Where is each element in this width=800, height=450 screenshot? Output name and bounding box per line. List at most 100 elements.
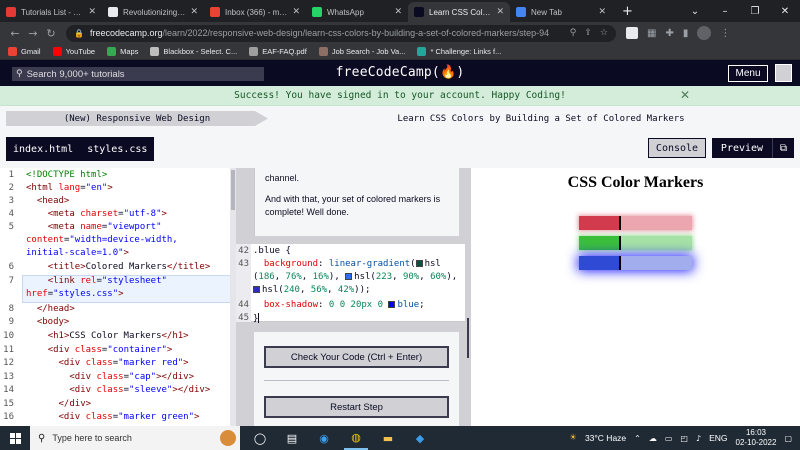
tab-styles-css[interactable]: styles.css [87, 144, 147, 155]
preview-heading: CSS Color Markers [567, 174, 704, 191]
menu-button[interactable]: Menu [728, 65, 768, 82]
code-line: <body> [36, 317, 70, 327]
speaker-icon[interactable]: ♪ [696, 434, 701, 443]
browser-tab[interactable]: Tutorials List - Java ✕ [0, 2, 102, 22]
widgets-icon[interactable]: ▤ [280, 426, 304, 450]
instructions-text: And with that, your set of colored marke… [265, 194, 441, 217]
bookmark-favicon-icon [249, 47, 259, 56]
close-window-icon[interactable]: ✕ [770, 6, 800, 17]
bookmark-item[interactable]: EAF-FAQ.pdf [249, 47, 307, 56]
cloud-icon[interactable]: ☁ [649, 434, 657, 443]
windows-start-icon[interactable] [0, 426, 30, 450]
marker-cap [579, 216, 619, 230]
console-button[interactable]: Console [648, 138, 706, 158]
reload-icon[interactable]: ↻ [42, 27, 60, 40]
code-line: </head> [36, 304, 75, 314]
css-code-editor[interactable]: 42 43 44 45 .blue { background: linear-grad… [236, 244, 471, 324]
close-icon[interactable]: ✕ [680, 88, 690, 102]
close-tab-icon[interactable]: ✕ [598, 7, 606, 17]
bookmark-star-icon[interactable]: ☆ [600, 28, 608, 38]
scroll-thumb[interactable] [231, 170, 235, 210]
forward-arrow-icon[interactable]: → [24, 27, 42, 40]
extension-icon[interactable] [626, 27, 638, 39]
browser-tab[interactable]: New Tab ✕ [510, 2, 612, 22]
close-tab-icon[interactable]: ✕ [88, 7, 96, 17]
search-input[interactable]: ⚲ Search 9,000+ tutorials [12, 67, 264, 81]
profile-avatar[interactable] [697, 26, 712, 40]
browser-tab[interactable]: WhatsApp ✕ [306, 2, 408, 22]
bookmark-item[interactable]: Job Search - Job Va... [318, 47, 405, 56]
taskbar-search-input[interactable]: ⚲ Type here to search [30, 426, 240, 450]
code-line: <html lang="en"> [26, 183, 113, 193]
share-icon[interactable]: ⇪ [584, 28, 592, 38]
bookmark-favicon-icon [150, 47, 160, 56]
battery-icon[interactable]: ▭ [665, 434, 673, 443]
new-tab-button[interactable]: + [612, 4, 643, 22]
line-number: 9 [8, 317, 14, 327]
code-line: (186, 76%, 16%), hsl(223, 90%, 60%), [253, 272, 458, 282]
kebab-menu-icon[interactable]: ⋮ [720, 28, 730, 39]
side-panel-icon[interactable]: ▮ [683, 28, 689, 39]
breadcrumb-block[interactable]: Learn CSS Colors by Building a Set of Co… [286, 111, 796, 126]
preview-button[interactable]: Preview [712, 138, 772, 158]
notification-icon[interactable]: ▢ [784, 434, 792, 443]
bookmark-item[interactable]: YouTube [52, 47, 95, 56]
user-avatar[interactable] [775, 64, 792, 82]
browser-tab[interactable]: Inbox (366) - mano ✕ [204, 2, 306, 22]
search-lens-icon[interactable]: ⚲ [570, 28, 577, 38]
code-line: background: linear-gradient(hsl [263, 259, 441, 269]
language-indicator[interactable]: ENG [709, 433, 727, 443]
grid-icon[interactable]: ▦ [647, 28, 656, 39]
favicon-icon [516, 7, 526, 17]
back-arrow-icon[interactable]: ← [6, 27, 24, 40]
close-tab-icon[interactable]: ✕ [292, 7, 300, 17]
bookmark-item[interactable]: * Challenge: Links f... [417, 47, 501, 56]
line-number: 4 [8, 209, 14, 219]
external-link-icon[interactable]: ⧉ [772, 138, 794, 158]
network-icon[interactable]: ◰ [680, 434, 688, 443]
bookmark-item[interactable]: Maps [107, 47, 138, 56]
bookmark-favicon-icon [417, 47, 427, 56]
html-code-editor[interactable]: 1 2 3 4 5 6 7 8 9 10 11 12 13 14 15 16 <!DOCTYPE html> … [0, 168, 236, 426]
tab-index-html[interactable]: index.html [13, 144, 73, 155]
line-number: 44 [238, 300, 249, 310]
restore-icon[interactable]: ❐ [740, 6, 770, 17]
browser-tab-label: Revolutionizing the [123, 7, 187, 17]
close-tab-icon[interactable]: ✕ [496, 7, 504, 17]
browser-tab[interactable]: Revolutionizing the ✕ [102, 2, 204, 22]
instructions-text: channel. [265, 173, 300, 183]
favicon-icon [414, 7, 424, 17]
vscode-icon[interactable]: ◆ [408, 426, 432, 450]
chrome-icon[interactable]: ◍ [344, 426, 368, 450]
browser-tab[interactable]: Learn CSS Colors b✕ [408, 2, 510, 22]
check-code-button[interactable]: Check Your Code (Ctrl + Enter) [264, 346, 449, 368]
clock-date: 02-10-2022 [735, 438, 777, 447]
line-number: 2 [8, 183, 14, 193]
code-line: initial-scale=1.0"> [26, 248, 129, 258]
resize-grip[interactable] [467, 318, 469, 358]
line-number-gutter: 42 43 44 45 [236, 244, 251, 323]
close-tab-icon[interactable]: ✕ [190, 7, 198, 17]
extensions-bar: ▦ ✚ ▮ ⋮ [626, 26, 730, 40]
code-line: } [253, 313, 260, 324]
minimize-icon[interactable]: – [710, 6, 740, 17]
weather-text[interactable]: 33°C Haze [585, 433, 626, 443]
file-explorer-icon[interactable]: ▬ [376, 426, 400, 450]
bookmark-item[interactable]: Blackbox - Select. C... [150, 47, 237, 56]
breadcrumb-superblock[interactable]: (New) Responsive Web Design [6, 111, 268, 126]
code-line: box-shadow: 0 0 20px 0 blue; [263, 300, 425, 310]
search-highlight-icon[interactable] [220, 430, 236, 446]
line-number: 42 [238, 246, 249, 256]
puzzle-icon[interactable]: ✚ [665, 28, 673, 39]
system-tray: ☀ 33°C Haze ⌃ ☁ ▭ ◰ ♪ ENG 16:03 02-10-20… [569, 428, 800, 448]
chevron-up-icon[interactable]: ⌃ [634, 434, 641, 443]
task-view-icon[interactable]: ◯ [248, 426, 272, 450]
close-tab-icon[interactable]: ✕ [394, 7, 402, 17]
restart-step-button[interactable]: Restart Step [264, 396, 449, 418]
edge-icon[interactable]: ◉ [312, 426, 336, 450]
chevron-down-icon[interactable]: ⌄ [680, 6, 710, 17]
breadcrumb: (New) Responsive Web Design Learn CSS Co… [0, 106, 800, 132]
url-input[interactable]: 🔒 freecodecamp.org/learn/2022/responsive… [66, 24, 616, 42]
bookmark-item[interactable]: Gmail [8, 47, 41, 56]
clock[interactable]: 16:03 02-10-2022 [736, 428, 777, 448]
